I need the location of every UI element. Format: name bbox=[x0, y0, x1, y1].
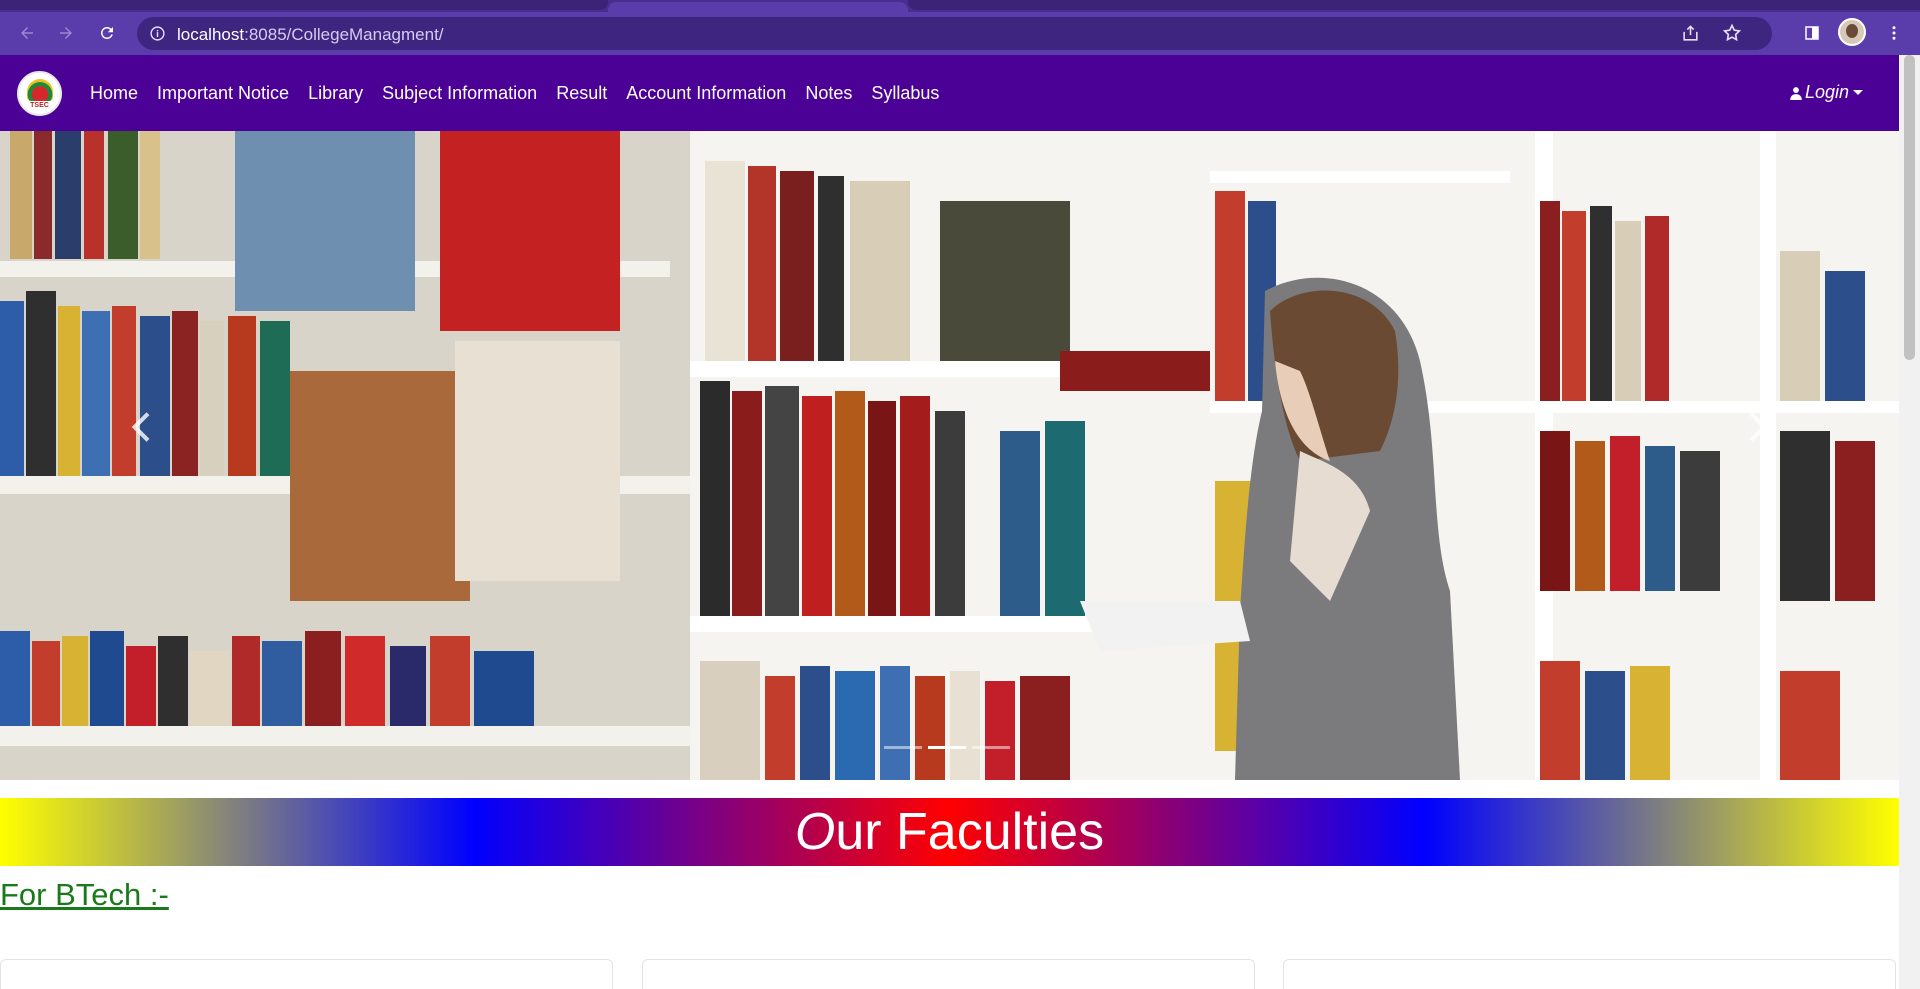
browser-tab-inactive[interactable] bbox=[0, 0, 608, 10]
nav-syllabus[interactable]: Syllabus bbox=[871, 83, 939, 104]
url-path: :8085/CollegeManagment/ bbox=[244, 25, 444, 44]
nav-result[interactable]: Result bbox=[556, 83, 607, 104]
carousel-indicator[interactable] bbox=[972, 746, 1010, 749]
college-logo[interactable]: TSEC bbox=[17, 71, 62, 116]
browser-tab-strip bbox=[0, 0, 1920, 12]
page-scrollbar[interactable] bbox=[1899, 55, 1920, 989]
reload-icon[interactable] bbox=[92, 18, 122, 48]
nav-important-notice[interactable]: Important Notice bbox=[157, 83, 289, 104]
page-viewport: TSEC Home Important Notice Library Subje… bbox=[0, 55, 1920, 989]
logo-text: TSEC bbox=[30, 101, 49, 109]
btech-faculty-link[interactable]: For BTech :- bbox=[0, 877, 169, 913]
chevron-down-icon bbox=[1853, 90, 1864, 95]
faculties-title: Our Faculties bbox=[794, 803, 1105, 861]
scrollbar-thumb[interactable] bbox=[1904, 55, 1915, 360]
user-icon bbox=[1790, 86, 1802, 100]
carousel-next-button[interactable] bbox=[1736, 407, 1776, 447]
faculty-card[interactable] bbox=[1283, 959, 1896, 989]
nav-links: Home Important Notice Library Subject In… bbox=[90, 55, 958, 131]
login-dropdown[interactable]: Login bbox=[1789, 82, 1864, 103]
faculties-banner: Our Faculties bbox=[0, 798, 1899, 866]
nav-account-information[interactable]: Account Information bbox=[626, 83, 786, 104]
nav-library[interactable]: Library bbox=[308, 83, 363, 104]
site-info-icon[interactable] bbox=[149, 25, 166, 42]
browser-menu-icon[interactable] bbox=[1879, 18, 1909, 48]
nav-notes[interactable]: Notes bbox=[805, 83, 852, 104]
forward-icon[interactable] bbox=[51, 18, 81, 48]
carousel-indicators bbox=[884, 746, 1016, 749]
browser-tab-active[interactable] bbox=[608, 2, 908, 12]
url-text: localhost:8085/CollegeManagment/ bbox=[177, 25, 444, 45]
carousel-prev-button[interactable] bbox=[123, 407, 163, 447]
hero-carousel bbox=[0, 131, 1899, 780]
faculty-card[interactable] bbox=[642, 959, 1255, 989]
logo-emblem-icon bbox=[26, 78, 53, 101]
share-icon[interactable] bbox=[1681, 24, 1700, 43]
carousel-indicator[interactable] bbox=[884, 746, 922, 749]
chevron-left-icon bbox=[131, 412, 150, 442]
address-bar[interactable]: localhost:8085/CollegeManagment/ bbox=[137, 17, 1772, 50]
browser-toolbar: localhost:8085/CollegeManagment/ bbox=[0, 12, 1920, 55]
faculty-card[interactable] bbox=[0, 959, 613, 989]
side-panel-icon[interactable] bbox=[1797, 18, 1827, 48]
login-label: Login bbox=[1805, 82, 1850, 102]
library-photo bbox=[0, 131, 1899, 780]
chevron-right-icon bbox=[1749, 412, 1768, 442]
profile-avatar[interactable] bbox=[1838, 18, 1866, 46]
carousel-indicator[interactable] bbox=[928, 746, 966, 749]
url-host: localhost bbox=[177, 25, 245, 44]
nav-home[interactable]: Home bbox=[90, 83, 138, 104]
site-navbar: TSEC Home Important Notice Library Subje… bbox=[0, 55, 1899, 131]
back-icon[interactable] bbox=[12, 18, 42, 48]
browser-tab-inactive-right[interactable] bbox=[908, 0, 1920, 10]
bookmark-star-icon[interactable] bbox=[1722, 23, 1742, 43]
nav-subject-information[interactable]: Subject Information bbox=[382, 83, 537, 104]
